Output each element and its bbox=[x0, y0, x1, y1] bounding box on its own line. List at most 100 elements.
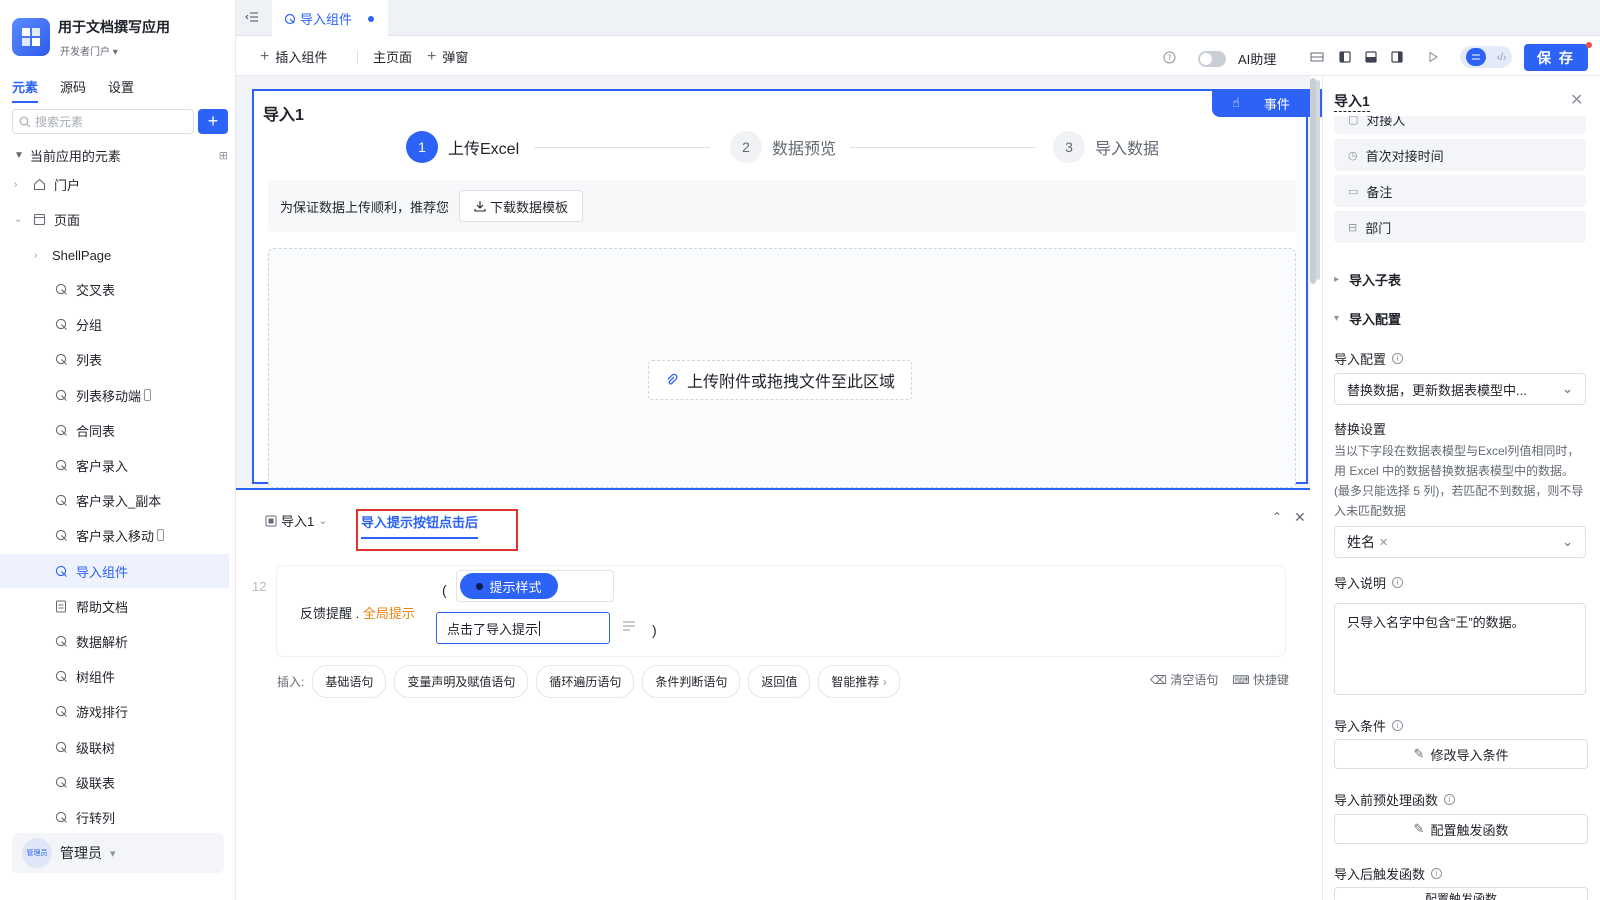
design-mode-icon[interactable] bbox=[1465, 48, 1486, 66]
sidebar-item-label: 数据解析 bbox=[76, 634, 129, 650]
panel-scrollbar[interactable] bbox=[1316, 80, 1320, 280]
info-icon[interactable]: i bbox=[1431, 868, 1443, 879]
expression-icon[interactable] bbox=[622, 620, 636, 632]
upload-button[interactable]: 上传附件或拖拽文件至此区域 bbox=[648, 360, 912, 400]
component-selector[interactable]: 导入1 ⌄ bbox=[265, 511, 327, 530]
field-item[interactable]: ▭ 备注 bbox=[1334, 175, 1586, 207]
tab-elements[interactable]: 元素 bbox=[12, 77, 39, 103]
field-item[interactable]: ⊟ 部门 bbox=[1334, 211, 1586, 243]
configure-post-function-button[interactable]: 配置触发函数 bbox=[1334, 887, 1588, 900]
sidebar-page-item[interactable]: 树组件 bbox=[0, 659, 236, 693]
page-icon bbox=[54, 388, 68, 402]
clear-statements-button[interactable]: ⌫ 清空语句 bbox=[1150, 671, 1218, 688]
sidebar-page-item[interactable]: 客户录入移动 bbox=[0, 518, 236, 552]
portal-switcher[interactable]: 开发者门户 ▾ bbox=[60, 43, 118, 58]
import-mode-select[interactable]: 替换数据，更新数据表模型中... ⌄ bbox=[1334, 373, 1586, 405]
sidebar-page-item[interactable]: 帮助文档 bbox=[0, 589, 236, 623]
chevron-right-icon: › bbox=[34, 249, 38, 261]
code-statement[interactable] bbox=[277, 566, 1285, 656]
tab-settings[interactable]: 设置 bbox=[108, 77, 134, 103]
insert-toolbar: 插入: 基础语句 变量声明及赋值语句 循环遍历语句 条件判断语句 返回值 智能推… bbox=[277, 665, 900, 698]
sidebar-page-item[interactable]: 分组 bbox=[0, 307, 236, 341]
search-input[interactable]: 搜索元素 bbox=[12, 109, 194, 134]
info-icon[interactable]: i bbox=[1392, 577, 1404, 588]
sidebar-page-item[interactable]: 列表移动端 bbox=[0, 378, 236, 412]
insert-smart-recommend[interactable]: 智能推荐 › bbox=[818, 665, 900, 698]
sidebar-page-item[interactable]: 级联树 bbox=[0, 730, 236, 764]
insert-return-value[interactable]: 返回值 bbox=[748, 665, 811, 698]
sidebar-page-item[interactable]: 交叉表 bbox=[0, 272, 236, 306]
panel-bottom-icon[interactable] bbox=[1362, 48, 1380, 66]
step-connector bbox=[850, 147, 1036, 148]
info-icon[interactable]: i bbox=[1444, 794, 1456, 805]
statement-function[interactable]: 全局提示 bbox=[363, 606, 415, 621]
remove-tag-icon[interactable]: ✕ bbox=[1379, 536, 1388, 549]
sidebar-page-item[interactable]: 级联表 bbox=[0, 765, 236, 799]
upload-label: 上传附件或拖拽文件至此区域 bbox=[686, 374, 895, 391]
tree-header[interactable]: ▼ 当前应用的元素 ⊞ bbox=[14, 146, 228, 165]
button-label: 配置触发函数 bbox=[1424, 892, 1497, 900]
panel-left-icon[interactable] bbox=[1336, 48, 1354, 66]
info-icon[interactable]: i bbox=[1392, 353, 1404, 364]
sidebar-item-shellpage[interactable]: › ShellPage bbox=[0, 238, 236, 272]
app-title: 用于文档撰写应用 bbox=[58, 19, 170, 35]
insert-basic-statement[interactable]: 基础语句 bbox=[312, 665, 387, 698]
insert-component-button[interactable]: + 插入组件 bbox=[260, 47, 327, 66]
page-icon bbox=[54, 528, 68, 542]
sidebar-page-item[interactable]: 导入组件 bbox=[0, 554, 229, 588]
configure-pre-function-button[interactable]: ✎ 配置触发函数 bbox=[1334, 814, 1588, 844]
event-button[interactable]: ☝ 事件 bbox=[1212, 89, 1310, 117]
insert-condition-statement[interactable]: 条件判断语句 bbox=[642, 665, 741, 698]
field-item[interactable]: ◷ 首次对接时间 bbox=[1334, 139, 1586, 171]
download-template-button[interactable]: 下载数据模板 bbox=[459, 190, 584, 222]
close-icon[interactable]: ✕ bbox=[1294, 509, 1306, 526]
layout-icon[interactable] bbox=[1308, 48, 1326, 66]
ai-assistant-toggle[interactable]: AI助理 bbox=[1198, 49, 1276, 68]
tree-map-icon[interactable]: ⊞ bbox=[219, 149, 228, 162]
step-number: 1 bbox=[406, 131, 438, 163]
sidebar-item-pages[interactable]: ⌄ 页面 bbox=[0, 202, 236, 236]
insert-variable-statement[interactable]: 变量声明及赋值语句 bbox=[394, 665, 529, 698]
section-subtable[interactable]: ▸ 导入子表 bbox=[1334, 270, 1401, 289]
popup-button[interactable]: + 弹窗 bbox=[427, 47, 468, 66]
message-input[interactable]: 点击了导入提示 bbox=[436, 612, 610, 644]
mode-switch[interactable]: ‹/› bbox=[1460, 46, 1512, 68]
edit-condition-button[interactable]: ✎ 修改导入条件 bbox=[1334, 739, 1588, 769]
sidebar-page-item[interactable]: 数据解析 bbox=[0, 624, 236, 658]
sidebar-item-portal[interactable]: › 门户 bbox=[0, 167, 236, 201]
shortcut-button[interactable]: ⌨ 快捷键 bbox=[1232, 671, 1289, 688]
tab-source[interactable]: 源码 bbox=[60, 77, 86, 103]
section-import-config[interactable]: ▾ 导入配置 bbox=[1334, 309, 1401, 328]
sidebar-page-item[interactable]: 行转列 bbox=[0, 800, 236, 834]
info-icon[interactable]: i bbox=[1392, 720, 1404, 731]
main-page-button[interactable]: 主页面 bbox=[373, 47, 412, 66]
sidebar-page-item[interactable]: 客户录入_副本 bbox=[0, 483, 236, 517]
sidebar-page-item[interactable]: 列表 bbox=[0, 342, 236, 376]
download-label: 下载数据模板 bbox=[490, 199, 569, 215]
help-icon[interactable]: ? bbox=[1160, 48, 1178, 66]
import-description-textarea[interactable]: 只导入名字中包含“王”的数据。 bbox=[1334, 603, 1586, 695]
tab-import-component[interactable]: 导入组件 bbox=[272, 0, 388, 37]
sidebar-item-label: 导入组件 bbox=[76, 564, 129, 580]
post-function-label-row: 导入后触发函数 i bbox=[1334, 864, 1443, 883]
sidebar-page-item[interactable]: 客户录入 bbox=[0, 448, 236, 482]
field-label: 部门 bbox=[1365, 220, 1392, 236]
chevron-right-icon: › bbox=[14, 178, 18, 190]
play-icon[interactable] bbox=[1424, 48, 1442, 66]
style-param-chip[interactable]: 提示样式 bbox=[460, 573, 558, 599]
sidebar-page-item[interactable]: 游戏排行 bbox=[0, 694, 236, 728]
toggle-switch[interactable] bbox=[1198, 50, 1226, 67]
insert-loop-statement[interactable]: 循环遍历语句 bbox=[536, 665, 635, 698]
collapse-sidebar-icon[interactable] bbox=[245, 10, 259, 24]
user-menu[interactable]: 管理员 管理员 ▾ bbox=[12, 833, 224, 873]
panel-right-icon[interactable] bbox=[1388, 48, 1406, 66]
save-button[interactable]: 保 存 bbox=[1524, 44, 1588, 71]
add-element-button[interactable]: + bbox=[198, 109, 228, 134]
replace-field-select[interactable]: 姓名 ✕ ⌄ bbox=[1334, 526, 1586, 558]
code-mode-icon[interactable]: ‹/› bbox=[1497, 52, 1506, 63]
sidebar-item-label: 游戏排行 bbox=[76, 704, 129, 720]
tag-label: 姓名 bbox=[1347, 534, 1375, 550]
collapse-panel-icon[interactable]: ⌃ bbox=[1272, 510, 1282, 524]
sidebar-page-item[interactable]: 合同表 bbox=[0, 413, 236, 447]
close-icon[interactable]: ✕ bbox=[1570, 90, 1583, 110]
